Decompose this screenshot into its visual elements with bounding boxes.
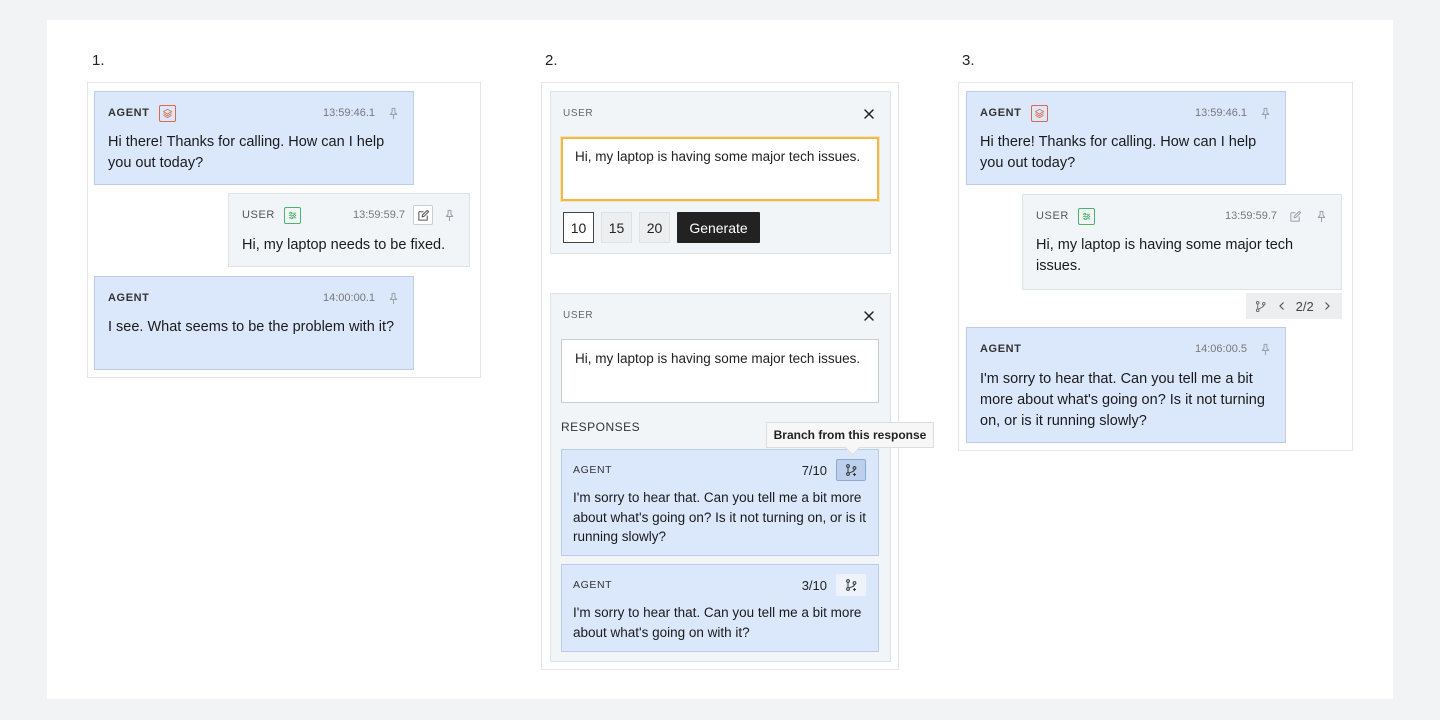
role-label: AGENT — [980, 107, 1022, 119]
pin-icon[interactable] — [383, 288, 403, 308]
generate-button[interactable]: Generate — [677, 212, 760, 243]
pin-icon[interactable] — [1311, 206, 1331, 226]
timestamp: 14:06:00.5 — [1195, 343, 1247, 355]
response-text: I'm sorry to hear that. Can you tell me … — [573, 490, 867, 544]
pin-icon[interactable] — [439, 205, 459, 225]
step-number-3: 3. — [962, 52, 975, 69]
timestamp: 13:59:59.7 — [353, 209, 405, 221]
timestamp: 13:59:46.1 — [1195, 107, 1247, 119]
role-label: AGENT — [980, 343, 1022, 355]
count-option-15[interactable]: 15 — [601, 212, 632, 243]
message-text: Hi, my laptop is having some major tech … — [1036, 237, 1294, 274]
chevron-right-icon[interactable] — [1319, 298, 1335, 314]
pin-icon[interactable] — [383, 103, 403, 123]
role-label: USER — [242, 209, 275, 221]
git-branch-icon — [1253, 298, 1269, 314]
count-option-20[interactable]: 20 — [639, 212, 670, 243]
edit-icon[interactable] — [1285, 206, 1305, 226]
git-branch-icon[interactable] — [836, 459, 866, 481]
agent-message: AGENT 14:06:00.5 I'm sorry to hear that.… — [966, 327, 1286, 443]
message-input[interactable]: Hi, my laptop is having some major tech … — [561, 137, 879, 201]
conversation-panel-original: AGENT 13:59:46.1 Hi there! Thanks for ca… — [87, 82, 481, 378]
response-card: AGENT 3/10 I'm sorry to hear that. Can y… — [561, 564, 879, 652]
pin-icon[interactable] — [1255, 103, 1275, 123]
chevron-left-icon[interactable] — [1274, 298, 1290, 314]
role-label: AGENT — [108, 292, 150, 304]
sliders-icon — [283, 206, 301, 224]
step-number-1: 1. — [92, 52, 105, 69]
response-score: 3/10 — [801, 578, 827, 593]
branch-navigator: 2/2 — [1246, 293, 1342, 319]
message-input[interactable]: Hi, my laptop is having some major tech … — [561, 339, 879, 403]
role-label: AGENT — [573, 579, 613, 591]
user-message-editor: USER Hi, my laptop is having some major … — [550, 91, 891, 254]
agent-message: AGENT 13:59:46.1 Hi there! Thanks for ca… — [94, 91, 414, 185]
role-label: USER — [563, 310, 594, 321]
layers-icon — [1030, 104, 1048, 122]
timestamp: 14:00:00.1 — [323, 292, 375, 304]
role-label: USER — [563, 108, 594, 119]
agent-message: AGENT 14:00:00.1 I see. What seems to be… — [94, 276, 414, 370]
edit-icon[interactable] — [413, 205, 433, 225]
message-text: I see. What seems to be the problem with… — [108, 319, 395, 335]
response-text: I'm sorry to hear that. Can you tell me … — [573, 605, 862, 640]
user-message: USER 13:59:59.7 Hi, my laptop needs to b… — [228, 193, 470, 267]
step-number-2: 2. — [545, 52, 558, 69]
responses-heading: RESPONSES — [561, 420, 641, 434]
message-text: Hi there! Thanks for calling. How can I … — [108, 134, 385, 171]
response-score: 7/10 — [801, 463, 827, 478]
layers-icon — [158, 104, 176, 122]
count-option-10[interactable]: 10 — [563, 212, 594, 243]
timestamp: 13:59:46.1 — [323, 107, 375, 119]
pin-icon[interactable] — [1255, 339, 1275, 359]
branch-tooltip: Branch from this response — [766, 422, 934, 448]
branch-position: 2/2 — [1295, 298, 1314, 314]
close-icon[interactable] — [862, 309, 876, 323]
agent-message: AGENT 13:59:46.1 Hi there! Thanks for ca… — [966, 91, 1286, 185]
message-text: Hi, my laptop needs to be fixed. — [242, 237, 446, 253]
close-icon[interactable] — [862, 107, 876, 121]
conversation-panel-branched: AGENT 13:59:46.1 Hi there! Thanks for ca… — [958, 82, 1353, 451]
role-label: AGENT — [108, 107, 150, 119]
conversation-panel-edit: USER Hi, my laptop is having some major … — [541, 82, 899, 670]
message-text: I'm sorry to hear that. Can you tell me … — [980, 371, 1265, 429]
timestamp: 13:59:59.7 — [1225, 210, 1277, 222]
user-message: USER 13:59:59.7 Hi, my laptop is having … — [1022, 194, 1342, 290]
message-text: Hi there! Thanks for calling. How can I … — [980, 134, 1257, 171]
git-branch-icon[interactable] — [836, 574, 866, 596]
user-message-responses: USER Hi, my laptop is having some major … — [550, 293, 891, 662]
role-label: USER — [1036, 210, 1069, 222]
response-card: AGENT 7/10 I'm sorry to hear that. Can y… — [561, 449, 879, 556]
sliders-icon — [1077, 207, 1095, 225]
role-label: AGENT — [573, 464, 613, 476]
